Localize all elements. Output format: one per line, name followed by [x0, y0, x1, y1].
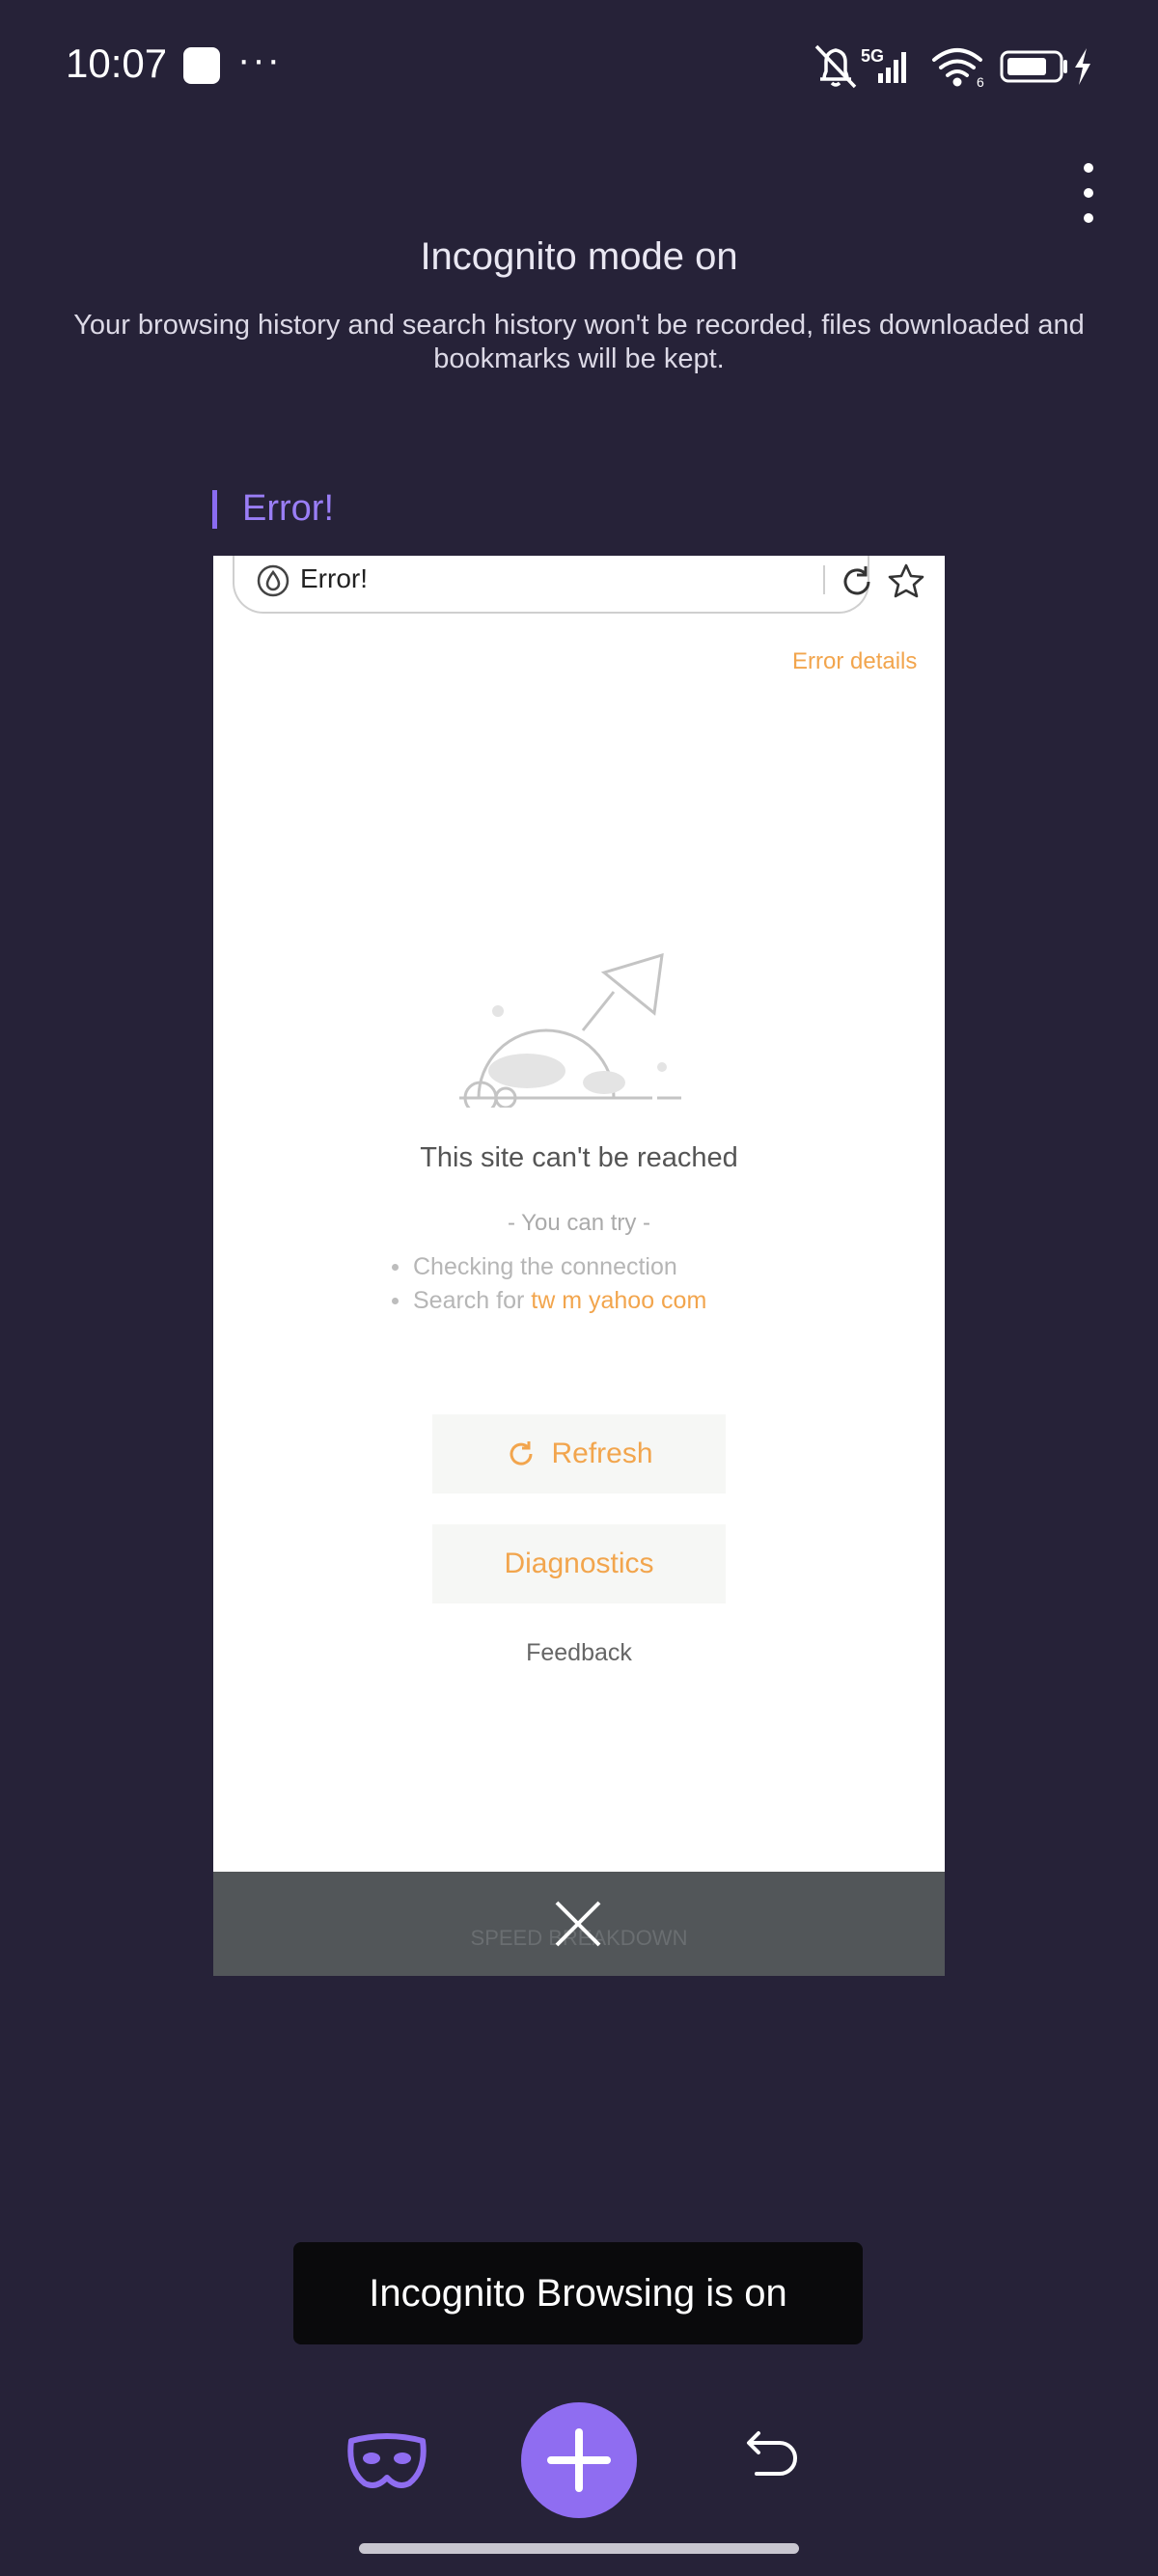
- broken-dish-illustration: [459, 953, 681, 1108]
- close-tab-bar[interactable]: SPEED BREAKDOWN: [213, 1872, 945, 1976]
- bell-muted-icon: [814, 44, 857, 89]
- address-text: Error!: [300, 563, 368, 593]
- wifi-icon: [932, 48, 982, 87]
- incognito-title: Incognito mode on: [420, 235, 738, 278]
- feedback-link[interactable]: Feedback: [213, 1639, 945, 1667]
- toast-text: Incognito Browsing is on: [369, 2271, 787, 2315]
- svg-text:6: 6: [977, 74, 984, 90]
- diagnostics-button[interactable]: Diagnostics: [432, 1524, 726, 1603]
- status-time: 10:07: [66, 41, 168, 86]
- close-icon[interactable]: [551, 1897, 605, 1951]
- error-details-link[interactable]: Error details: [792, 648, 917, 675]
- tips-list: Checking the connection Search for tw m …: [392, 1250, 706, 1318]
- tab-label-accent: [212, 490, 217, 529]
- tip-text: Search for: [413, 1287, 532, 1314]
- tab-title[interactable]: Error!: [242, 488, 334, 530]
- site-info-icon: [257, 564, 290, 597]
- reload-icon[interactable]: [837, 562, 877, 602]
- svg-text:5G: 5G: [861, 46, 884, 66]
- try-heading: - You can try -: [507, 1210, 651, 1236]
- incognito-mask-icon[interactable]: [345, 2431, 428, 2489]
- tip-text: Checking the connection: [413, 1253, 677, 1280]
- tip-item: Search for tw m yahoo com: [392, 1284, 706, 1318]
- incognito-description: Your browsing history and search history…: [73, 310, 1085, 374]
- error-title: This site can't be reached: [420, 1142, 738, 1173]
- diagnostics-label: Diagnostics: [504, 1548, 654, 1579]
- bullet: [392, 1298, 399, 1304]
- status-icons: 5G 6: [814, 44, 1090, 90]
- tab-preview-card[interactable]: Error! Error details This site can't be …: [213, 556, 945, 1976]
- home-indicator[interactable]: [359, 2543, 799, 2554]
- plus-icon: [547, 2428, 611, 2492]
- overflow-menu-icon[interactable]: [1062, 154, 1116, 241]
- notification-square-icon: [183, 47, 220, 84]
- search-suggestion-link[interactable]: tw m yahoo com: [531, 1287, 706, 1314]
- address-bar[interactable]: Error!: [233, 556, 870, 614]
- address-divider: [823, 565, 825, 594]
- bullet: [392, 1264, 399, 1271]
- new-tab-button[interactable]: [521, 2402, 637, 2518]
- battery-icon: [1000, 50, 1067, 83]
- bookmark-star-icon[interactable]: [886, 562, 926, 602]
- charging-icon: [1075, 48, 1090, 85]
- refresh-button[interactable]: Refresh: [432, 1414, 726, 1494]
- more-notifications-icon: ···: [237, 39, 282, 81]
- refresh-icon: [510, 1441, 533, 1466]
- refresh-label: Refresh: [551, 1438, 653, 1469]
- tip-item: Checking the connection: [392, 1250, 706, 1284]
- incognito-toast: Incognito Browsing is on: [293, 2242, 863, 2344]
- undo-icon[interactable]: [739, 2424, 807, 2491]
